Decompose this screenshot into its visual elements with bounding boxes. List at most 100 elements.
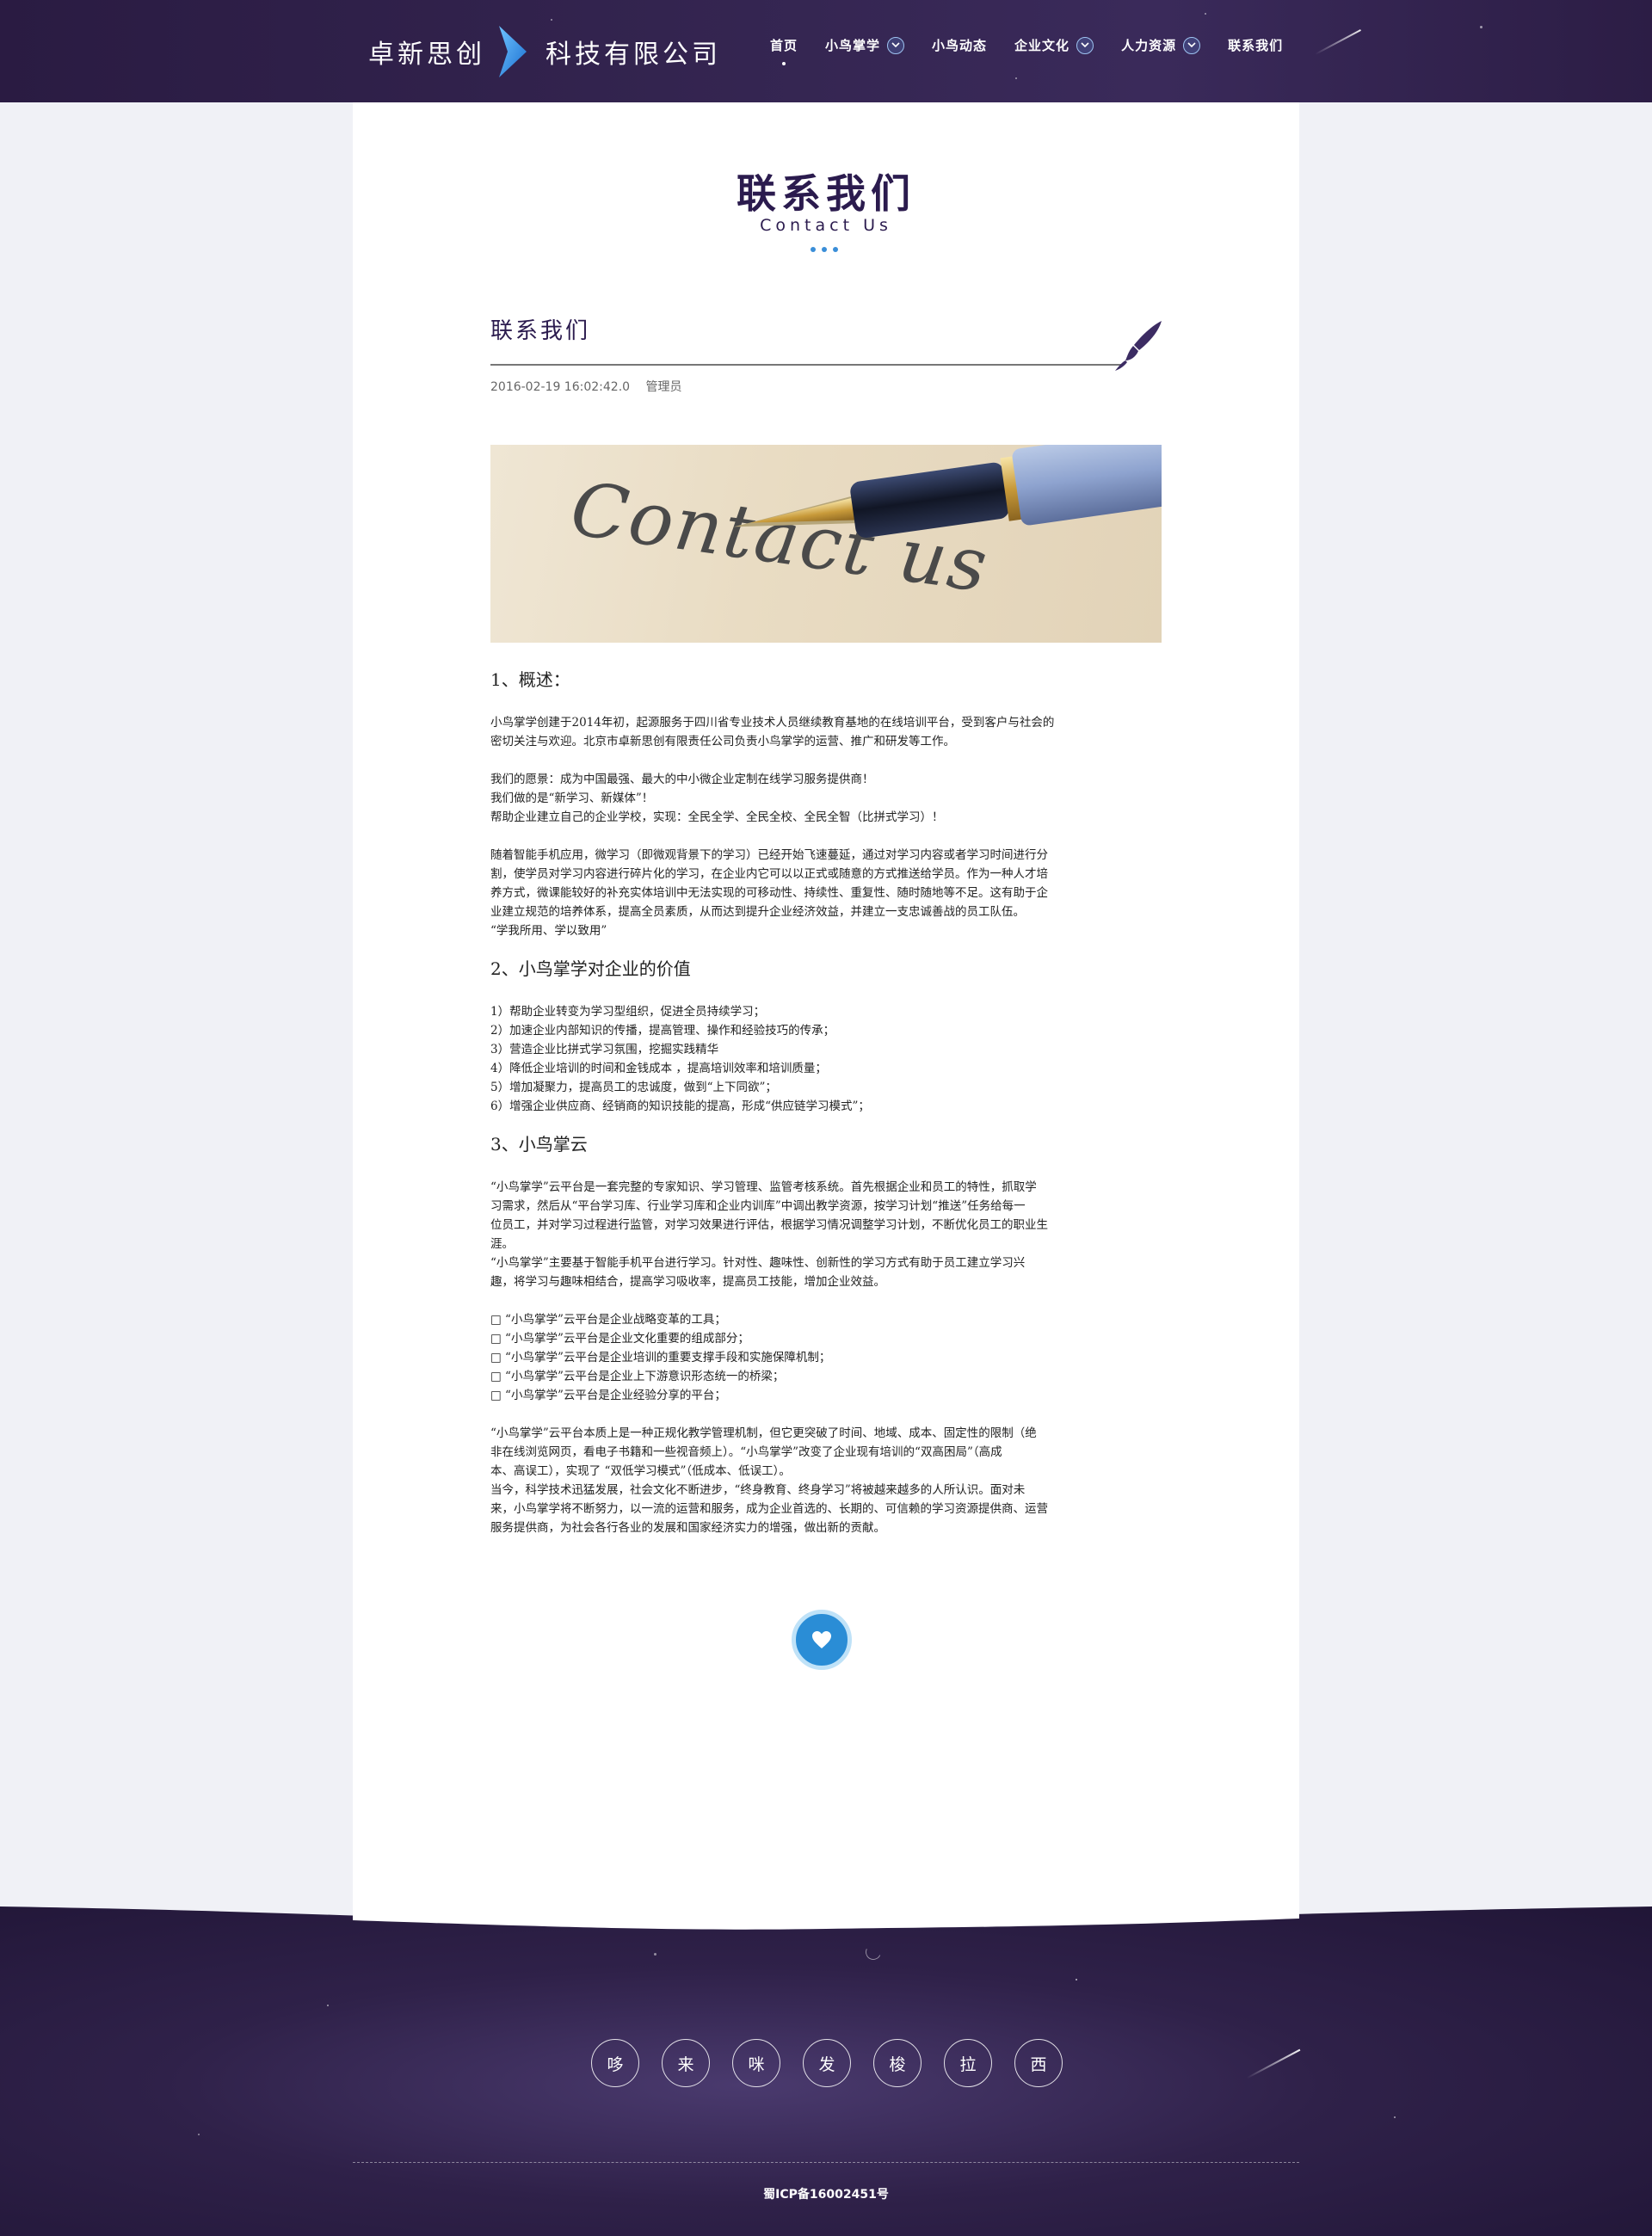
body-line: 位员工，并对学习过程进行监管，对学习效果进行评估，根据学习情况调整学习计划，不断… [490, 1218, 1048, 1232]
body-line: 小鸟掌学创建于2014年初，起源服务于四川省专业技术人员继续教育基地的在线培训平… [490, 716, 1055, 730]
body-line: 4）降低企业培训的时间和金钱成本 ，提高培训效率和培训质量； [490, 1062, 827, 1075]
footer-circle-re[interactable]: 来 [662, 2039, 710, 2087]
body-line: 来，小鸟掌学将不断努力，以一流的运营和服务，成为企业首选的、长期的、可信赖的学习… [490, 1502, 1048, 1516]
footer-circle-do[interactable]: 哆 [591, 2039, 639, 2087]
body-line: □ “小鸟掌学”云平台是企业经验分享的平台； [490, 1389, 726, 1402]
chevron-right-icon [499, 26, 527, 77]
body-line: 6）增强企业供应商、经销商的知识技能的提高，形成“供应链学习模式”； [490, 1100, 870, 1113]
page-subtitle: Contact Us [760, 216, 892, 235]
moon-decoration [863, 1942, 884, 1962]
nav-item-label: 小鸟掌学 [825, 38, 881, 53]
like-button[interactable] [792, 1610, 852, 1670]
body-line: 割，使学员对学习内容进行碎片化的学习，在企业内它可以以正式或随意的方式推送给学员… [490, 867, 1048, 881]
body-line: 非在线浏览网页，看电子书籍和一些视音频上）。“小鸟掌学”改变了企业现有培训的“双… [490, 1445, 1002, 1459]
star-decoration [1480, 26, 1482, 28]
body-line: “小鸟掌学”主要基于智能手机平台进行学习。针对性、趣味性、创新性的学习方式有助于… [490, 1256, 1026, 1270]
body-line: 本、高误工），实现了 “双低学习模式”（低成本、低误工）。 [490, 1464, 791, 1478]
body-line: □ “小鸟掌学”云平台是企业上下游意识形态统一的桥梁； [490, 1370, 785, 1383]
article-body: 1、概述： 小鸟掌学创建于2014年初，起源服务于四川省专业技术人员继续教育基地的… [490, 670, 1162, 1556]
footer-circle-fa[interactable]: 发 [803, 2039, 851, 2087]
chevron-down-icon [887, 36, 905, 54]
main-nav: 首页 小鸟掌学 小鸟动态 企业文化 人力资源 联系我们 [770, 36, 1310, 65]
site-header: 卓新思创 科技有限公司 首页 小鸟掌学 小鸟动态 企业文化 人力资源 联系我们 [0, 0, 1652, 102]
section-heading: 2、小鸟掌学对企业的价值 [490, 958, 691, 979]
content-panel: 联系我们 Contact Us 联系我们 2016-02-19 16:02:42… [353, 102, 1299, 1926]
page-title: 联系我们 [737, 170, 915, 217]
star-decoration [327, 2005, 329, 2006]
shooting-star-decoration [1246, 2048, 1301, 2079]
shooting-star-decoration [1315, 29, 1361, 55]
body-line: □ “小鸟掌学”云平台是企业文化重要的组成部分； [490, 1332, 749, 1346]
body-line: □ “小鸟掌学”云平台是企业战略变革的工具； [490, 1313, 726, 1327]
heart-icon [812, 1631, 831, 1648]
body-line: 业建立规范的培养体系，提高全员素质，从而达到提升企业经济效益，并建立一支忠诚善战… [490, 905, 1025, 919]
body-line: 涯。 [490, 1237, 514, 1251]
section-heading: 3、小鸟掌云 [490, 1134, 588, 1155]
nav-item-home[interactable]: 首页 [770, 36, 798, 65]
logo-text-left: 卓新思创 [368, 40, 485, 70]
body-line: 5）增加凝聚力，提高员工的忠诚度，做到“上下同欲”； [490, 1081, 777, 1094]
chevron-down-icon [1183, 36, 1201, 54]
chevron-down-icon [1076, 36, 1094, 54]
site-footer: 哆 来 咪 发 梭 拉 西 蜀ICP备16002451号 [0, 1901, 1652, 2236]
star-decoration [198, 2134, 200, 2135]
footer-circle-links: 哆 来 咪 发 梭 拉 西 [591, 2039, 1063, 2087]
article-author: 管理员 [645, 380, 682, 394]
star-decoration [551, 19, 552, 21]
nav-item-culture[interactable]: 企业文化 [1014, 36, 1094, 54]
footer-circle-la[interactable]: 拉 [944, 2039, 992, 2087]
wave-divider [0, 1901, 1652, 1930]
body-line: 服务提供商，为社会各行各业的发展和国家经济实力的增强，做出新的贡献。 [490, 1521, 885, 1535]
article-title: 联系我们 [490, 318, 591, 344]
logo-text-right: 科技有限公司 [546, 40, 721, 70]
fountain-pen-illustration [733, 445, 1162, 539]
nav-item-xiaoniao-zhangxue[interactable]: 小鸟掌学 [825, 36, 905, 54]
site-logo[interactable]: 卓新思创 科技有限公司 [368, 26, 721, 77]
body-line: 习需求，然后从“平台学习库、行业学习库和企业内训库”中调出教学资源，按学习计划“… [490, 1199, 1026, 1213]
nav-item-xiaoniao-news[interactable]: 小鸟动态 [932, 36, 987, 54]
section-heading: 1、概述： [490, 669, 570, 690]
title-dots-decoration [811, 247, 838, 252]
icp-record[interactable]: 蜀ICP备16002451号 [0, 2185, 1652, 2202]
nav-item-label: 小鸟动态 [932, 38, 988, 53]
footer-circle-mi[interactable]: 咪 [732, 2039, 780, 2087]
footer-divider [353, 2162, 1299, 2163]
body-line: 2）加速企业内部知识的传播，提高管理、操作和经验技巧的传承； [490, 1024, 835, 1038]
body-line: 我们做的是“新学习、新媒体”！ [490, 792, 654, 805]
title-divider [490, 364, 1123, 366]
body-line: 随着智能手机应用，微学习（即微观背景下的学习）已经开始飞速蔓延，通过对学习内容或… [490, 848, 1048, 862]
star-decoration [1394, 2116, 1396, 2118]
active-indicator [782, 62, 786, 65]
body-line: 趣，将学习与趣味相结合，提高学习吸收率，提高员工技能，增加企业效益。 [490, 1275, 885, 1289]
footer-circle-sol[interactable]: 梭 [873, 2039, 922, 2087]
body-line: 3）营造企业比拼式学习氛围，挖掘实践精华 [490, 1043, 719, 1056]
body-line: 养方式，微课能较好的补充实体培训中无法实现的可移动性、持续性、重复性、随时随地等… [490, 886, 1048, 900]
nav-item-label: 首页 [770, 38, 798, 53]
nav-item-hr[interactable]: 人力资源 [1121, 36, 1201, 54]
article-meta: 2016-02-19 16:02:42.0 管理员 [490, 378, 682, 395]
contact-banner-image: Contact us [490, 445, 1162, 643]
star-decoration [1205, 13, 1206, 15]
brush-icon [1115, 321, 1162, 371]
nav-item-contact[interactable]: 联系我们 [1228, 36, 1283, 54]
body-line: “学我所用、学以致用” [490, 924, 607, 938]
body-line: □ “小鸟掌学”云平台是企业培训的重要支撑手段和实施保障机制； [490, 1351, 831, 1364]
body-line: 密切关注与欢迎。北京市卓新思创有限责任公司负责小鸟掌学的运营、推广和研发等工作。 [490, 735, 955, 748]
body-line: 帮助企业建立自己的企业学校，实现：全民全学、全民全校、全民全智（比拼式学习）！ [490, 810, 944, 824]
body-line: 当今，科学技术迅猛发展，社会文化不断进步，“终身教育、终身学习”将被越来越多的人… [490, 1483, 1026, 1497]
nav-item-label: 人力资源 [1121, 38, 1177, 53]
star-decoration [654, 1953, 656, 1956]
body-line: 我们的愿景：成为中国最强、最大的中小微企业定制在线学习服务提供商！ [490, 773, 874, 786]
body-line: “小鸟掌学”云平台是一套完整的专家知识、学习管理、监管考核系统。首先根据企业和员… [490, 1180, 1037, 1194]
article-date: 2016-02-19 16:02:42.0 [490, 380, 631, 394]
footer-circle-si[interactable]: 西 [1014, 2039, 1063, 2087]
nav-item-label: 企业文化 [1014, 38, 1070, 53]
star-decoration [1076, 1979, 1077, 1980]
